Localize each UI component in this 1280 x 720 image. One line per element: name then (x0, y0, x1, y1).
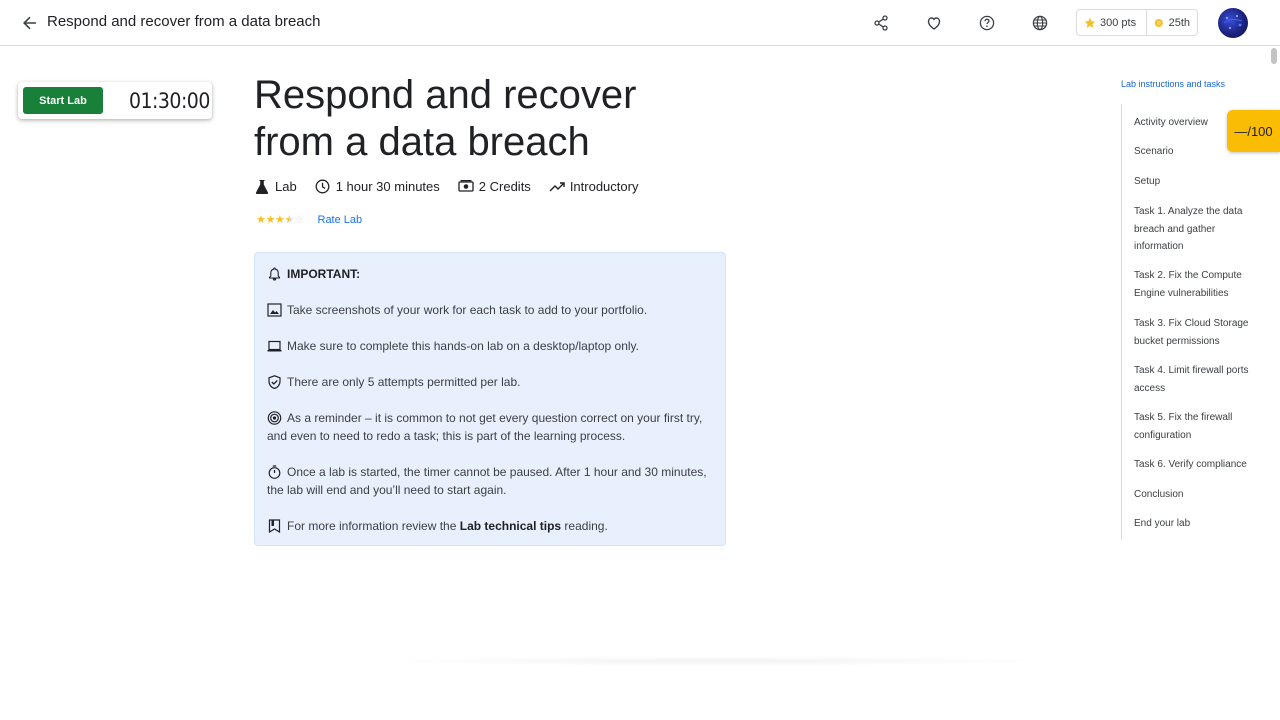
star-empty-icon: ☆ (294, 214, 304, 226)
clock-icon (315, 178, 331, 194)
toc-item-conclusion[interactable]: Conclusion (1134, 486, 1252, 504)
footer-shadow (370, 656, 1060, 666)
rank-value: 25th (1168, 16, 1190, 29)
lab-rating: ★ ★ ★ ★ ☆ Rate Lab (256, 213, 362, 227)
favorite-button[interactable] (922, 11, 946, 35)
lab-timer: 01:30:00 (129, 89, 210, 113)
trending-up-icon (549, 178, 565, 194)
image-icon (267, 303, 282, 317)
toc-item-task-5[interactable]: Task 5. Fix the firewall configuration (1134, 409, 1252, 444)
rank-badge[interactable]: 25th (1146, 9, 1198, 36)
rate-lab-link[interactable]: Rate Lab (318, 214, 363, 226)
notification-bell-icon (268, 267, 281, 281)
meta-level-label: Introductory (569, 178, 639, 194)
share-button[interactable] (869, 11, 893, 35)
important-item: There are only 5 attempts permitted per … (267, 373, 715, 391)
meta-type: Lab (254, 178, 297, 194)
meta-duration: 1 hour 30 minutes (315, 178, 440, 194)
important-item: As a reminder – it is common to not get … (267, 409, 715, 445)
meta-duration-label: 1 hour 30 minutes (335, 178, 440, 194)
tips-prefix: For more information review the (287, 519, 460, 533)
important-item-text: Once a lab is started, the timer cannot … (267, 465, 707, 497)
toc-item-task-1[interactable]: Task 1. Analyze the data breach and gath… (1134, 203, 1252, 256)
important-tips-row: For more information review the Lab tech… (267, 517, 715, 535)
points-value: 300 pts (1100, 16, 1137, 29)
verified-shield-icon (268, 375, 281, 389)
rating-stars: ★ ★ ★ ★ ☆ (256, 213, 304, 227)
target-icon (267, 411, 282, 425)
meta-credits: 2 Credits (458, 178, 531, 194)
important-item-text: As a reminder – it is common to not get … (267, 411, 703, 443)
important-item: Make sure to complete this hands-on lab … (267, 337, 715, 355)
important-item-text: There are only 5 attempts permitted per … (287, 375, 521, 389)
laptop-icon (267, 340, 282, 352)
toc-item-task-2[interactable]: Task 2. Fix the Compute Engine vulnerabi… (1134, 267, 1252, 302)
important-heading: IMPORTANT: (287, 267, 361, 281)
important-notice: IMPORTANT: Take screenshots of your work… (254, 252, 726, 546)
toc-item-setup[interactable]: Setup (1134, 173, 1252, 191)
important-item-text: Make sure to complete this hands-on lab … (287, 339, 639, 353)
meta-level: Introductory (549, 178, 639, 194)
help-button[interactable] (975, 11, 999, 35)
toc-item-task-6[interactable]: Task 6. Verify compliance (1134, 456, 1252, 474)
header-title: Respond and recover from a data breach (47, 13, 321, 30)
arrow-back-icon (23, 16, 36, 30)
help-icon (979, 15, 995, 31)
meta-type-label: Lab (275, 178, 297, 194)
score-badge[interactable]: —/100 (1227, 110, 1280, 152)
important-heading-row: IMPORTANT: (267, 265, 715, 283)
toc-title[interactable]: Lab instructions and tasks (1121, 79, 1225, 89)
lab-technical-tips-link[interactable]: Lab technical tips (460, 519, 561, 533)
favorite-icon (927, 17, 941, 30)
lab-meta: Lab 1 hour 30 minutes 2 Credits Introduc… (254, 178, 656, 194)
lab-control-card: Start Lab 01:30:00 (18, 82, 212, 119)
sun-icon (1154, 18, 1163, 27)
toc-item-task-4[interactable]: Task 4. Limit firewall ports access (1134, 362, 1252, 397)
star-full-icon: ★ (265, 214, 276, 226)
page-scrollbar[interactable] (1271, 48, 1277, 64)
toc-item-end-your-lab[interactable]: End your lab (1134, 515, 1252, 533)
star-full-icon: ★ (275, 214, 285, 226)
share-icon (874, 15, 888, 31)
timer-icon (268, 465, 281, 479)
points-badge[interactable]: 300 pts (1076, 9, 1147, 36)
toc-item-task-3[interactable]: Task 3. Fix Cloud Storage bucket permiss… (1134, 315, 1252, 350)
page-title: Respond and recover from a data breach (254, 73, 637, 164)
avatar-image (1223, 15, 1243, 29)
language-button[interactable] (1028, 11, 1052, 35)
star-icon (1084, 17, 1096, 28)
meta-credits-label: 2 Credits (478, 178, 531, 194)
language-icon (1032, 15, 1048, 31)
important-item-text: Take screenshots of your work for each t… (287, 303, 648, 317)
important-item: Take screenshots of your work for each t… (267, 301, 715, 319)
top-app-bar: Respond and recover from a data breach 3… (0, 0, 1280, 46)
user-avatar[interactable] (1218, 8, 1248, 38)
back-button[interactable] (18, 11, 42, 35)
star-half-icon: ★ (284, 214, 295, 226)
credits-icon (458, 178, 474, 194)
start-lab-button[interactable]: Start Lab (23, 87, 103, 114)
star-full-icon: ★ (256, 214, 266, 226)
table-of-contents: Activity overview Scenario Setup Task 1.… (1121, 104, 1249, 540)
tips-suffix: reading. (561, 519, 608, 533)
bookmark-icon (268, 519, 281, 533)
important-item: Once a lab is started, the timer cannot … (267, 463, 715, 499)
lab-flask-icon (254, 178, 270, 194)
